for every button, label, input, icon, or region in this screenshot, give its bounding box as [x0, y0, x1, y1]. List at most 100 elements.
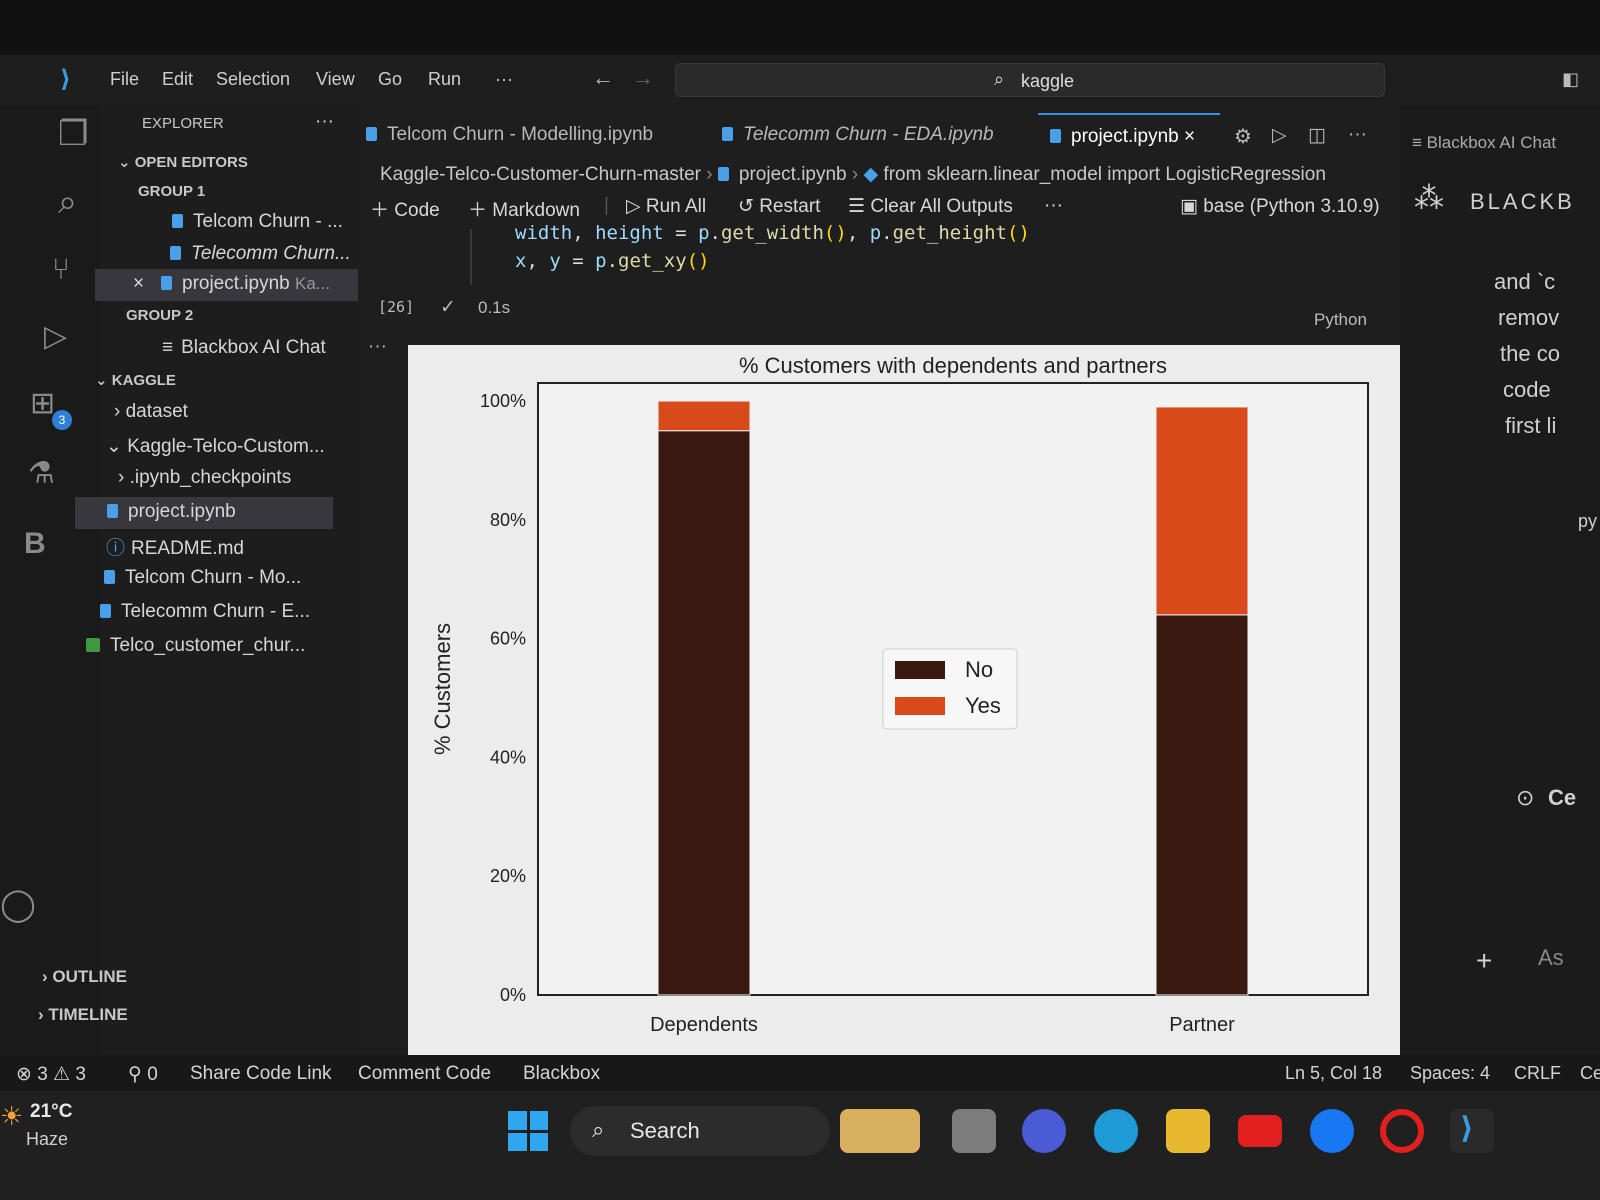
menu-run[interactable]: Run — [428, 69, 461, 90]
source-control-icon[interactable]: ⑂ — [52, 253, 70, 287]
youtube-icon[interactable] — [1238, 1115, 1282, 1147]
weather-temp[interactable]: 21°C — [30, 1101, 72, 1123]
open-editor-item[interactable]: Telecomm Churn... — [170, 243, 351, 265]
search-icon[interactable]: ⌕ — [58, 185, 77, 219]
spreadsheet-file-icon — [86, 638, 100, 652]
tab-telecomm-eda[interactable]: Telecomm Churn - EDA.ipynb — [722, 113, 994, 157]
run-all-button[interactable]: ▷ Run All — [626, 195, 706, 218]
clear-outputs-button[interactable]: ☰ Clear All Outputs — [848, 195, 1013, 218]
breadcrumb-file[interactable]: project.ipynb — [739, 164, 847, 185]
run-debug-icon[interactable]: ▷ — [44, 320, 67, 354]
status-extra[interactable]: Ce — [1580, 1063, 1600, 1084]
tab-project[interactable]: project.ipynb × — [1038, 113, 1220, 157]
close-icon[interactable]: × — [133, 273, 144, 295]
windows-start-icon[interactable] — [508, 1111, 548, 1151]
tree-folder-checkpoints[interactable]: › .ipynb_checkpoints — [118, 467, 291, 489]
line-ending[interactable]: CRLF — [1514, 1063, 1561, 1084]
extensions-icon[interactable]: ⊞ — [30, 387, 55, 421]
outline-label: OUTLINE — [52, 967, 127, 986]
explorer-icon[interactable]: ❐ — [58, 117, 88, 151]
tab-close-icon[interactable]: × — [1184, 126, 1195, 147]
accounts-icon[interactable]: ◯ — [0, 887, 36, 921]
bar-segment-no — [1155, 614, 1249, 996]
code-line-2[interactable]: x, y = p.get_xy() — [515, 250, 710, 272]
open-editor-item[interactable]: Telcom Churn - ... — [172, 211, 343, 233]
tab-telcom-modelling[interactable]: Telcom Churn - Modelling.ipynb — [366, 113, 653, 157]
open-editor-item[interactable]: ≡ Blackbox AI Chat — [162, 337, 326, 359]
edge-icon[interactable] — [1094, 1109, 1138, 1153]
settings-gear-icon[interactable]: ⚙ — [1234, 113, 1252, 157]
play-circle-icon[interactable]: ⊙ — [1516, 785, 1534, 811]
vscode-taskbar-icon[interactable]: ⟩ — [1450, 1109, 1494, 1153]
share-code-link[interactable]: Share Code Link — [190, 1063, 332, 1085]
comment-code[interactable]: Comment Code — [358, 1063, 491, 1085]
chart-title: % Customers with dependents and partners — [739, 353, 1167, 378]
y-tick-label: 40% — [490, 747, 526, 767]
menu-view[interactable]: View — [316, 69, 355, 90]
toolbar-more-icon[interactable]: ··· — [1044, 195, 1063, 217]
tree-file-telcom-modelling[interactable]: Telcom Churn - Mo... — [104, 567, 301, 589]
menu-file[interactable]: File — [110, 69, 139, 90]
open-editor-item-selected[interactable]: × project.ipynb Ka... — [95, 269, 358, 301]
back-arrow-icon[interactable]: ← — [592, 65, 614, 91]
chat-text-line: and `c — [1494, 269, 1556, 294]
y-tick-label: 100% — [480, 391, 526, 411]
taskbar-search[interactable]: ⌕ Search — [570, 1106, 830, 1156]
breadcrumb-symbol[interactable]: from sklearn.linear_model import Logisti… — [883, 164, 1325, 185]
kaggle-folder-header[interactable]: ⌄ KAGGLE — [95, 371, 176, 389]
forward-arrow-icon[interactable]: → — [632, 65, 654, 91]
command-center-search[interactable]: ⌕ kaggle — [675, 63, 1385, 97]
notebook-file-icon — [366, 127, 377, 141]
chat-input[interactable]: As — [1538, 945, 1564, 971]
blackbox-status[interactable]: Blackbox — [523, 1063, 600, 1085]
weather-desc[interactable]: Haze — [26, 1129, 68, 1150]
task-view-icon[interactable] — [952, 1109, 996, 1153]
problems-indicator[interactable]: ⊗ 3 ⚠ 3 — [16, 1063, 86, 1086]
layout-toggle-icon[interactable]: ◧ — [1562, 69, 1579, 90]
testing-flask-icon[interactable]: ⚗ — [28, 457, 55, 491]
bar-segment-no — [657, 430, 751, 996]
tree-file-project-selected[interactable]: project.ipynb — [75, 497, 333, 529]
add-markdown-cell-button[interactable]: ＋ Markdown — [468, 195, 580, 222]
tree-folder-dataset[interactable]: › dataset — [114, 401, 188, 423]
legend-label: Yes — [965, 693, 1001, 718]
code-line-1[interactable]: width, height = p.get_width(), p.get_hei… — [515, 222, 1030, 244]
run-play-icon[interactable]: ▷ — [1272, 113, 1287, 157]
add-icon[interactable]: + — [1476, 945, 1492, 977]
ports-indicator[interactable]: ⚲ 0 — [128, 1063, 158, 1086]
blackbox-tab[interactable]: ≡ Blackbox AI Chat — [1412, 133, 1556, 153]
output-more-icon[interactable]: ··· — [368, 336, 387, 358]
cell-output-chart: % Customers with dependents and partners… — [408, 345, 1400, 1055]
chat-action-label[interactable]: Ce — [1548, 785, 1576, 811]
editor-more-icon[interactable]: ··· — [1348, 113, 1367, 157]
opera-icon[interactable] — [1380, 1109, 1424, 1153]
menu-more[interactable]: ··· — [495, 69, 513, 90]
tree-file-readme[interactable]: ⓘ README.md — [106, 533, 244, 560]
tree-folder-kaggle-telco[interactable]: ⌄ Kaggle-Telco-Custom... — [106, 435, 325, 458]
teams-meet-icon[interactable] — [1022, 1109, 1066, 1153]
widgets-icon[interactable] — [840, 1109, 920, 1153]
tree-file-telco-csv[interactable]: Telco_customer_chur... — [86, 635, 305, 657]
tree-file-telecomm-eda[interactable]: Telecomm Churn - E... — [100, 601, 310, 623]
menu-selection[interactable]: Selection — [216, 69, 290, 90]
cursor-position[interactable]: Ln 5, Col 18 — [1285, 1063, 1382, 1084]
timeline-header[interactable]: › TIMELINE — [38, 1005, 128, 1025]
outline-header[interactable]: › OUTLINE — [42, 967, 127, 987]
facebook-icon[interactable] — [1310, 1109, 1354, 1153]
menu-go[interactable]: Go — [378, 69, 402, 90]
file-explorer-icon[interactable] — [1166, 1109, 1210, 1153]
add-code-cell-button[interactable]: ＋ Code — [370, 195, 440, 222]
indentation[interactable]: Spaces: 4 — [1410, 1063, 1490, 1084]
explorer-more-icon[interactable]: ··· — [315, 111, 334, 133]
blackbox-b-icon[interactable]: B — [24, 527, 46, 561]
breadcrumb-folder[interactable]: Kaggle-Telco-Customer-Churn-master — [380, 164, 701, 185]
menu-edit[interactable]: Edit — [162, 69, 193, 90]
open-editors-header[interactable]: ⌄ OPEN EDITORS — [118, 153, 248, 171]
kernel-picker[interactable]: ▣ base (Python 3.10.9) — [1180, 195, 1380, 218]
cell-language[interactable]: Python — [1314, 310, 1367, 330]
timeline-label: TIMELINE — [48, 1005, 128, 1024]
success-check-icon: ✓ — [440, 297, 456, 318]
split-editor-icon[interactable]: ◫ — [1308, 113, 1326, 157]
restart-button[interactable]: ↺ Restart — [738, 195, 820, 218]
chat-code-lang: py — [1578, 511, 1598, 531]
